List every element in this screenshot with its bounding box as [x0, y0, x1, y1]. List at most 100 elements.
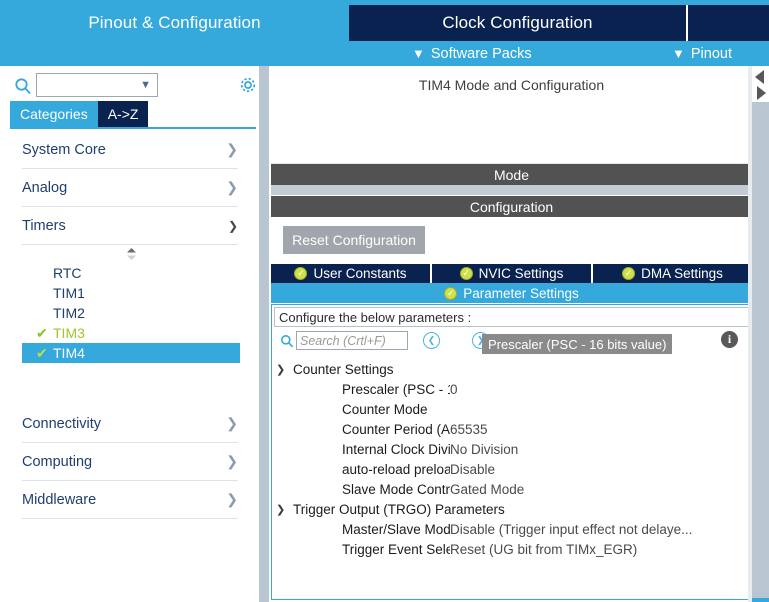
- parameter-value[interactable]: 0: [450, 382, 749, 397]
- peripheral-item-label: TIM3: [53, 325, 85, 341]
- parameter-row[interactable]: Counter Period (AutoReload... 65535: [276, 419, 749, 439]
- parameter-value[interactable]: No Division: [450, 442, 749, 457]
- parameter-search-input[interactable]: Search (Crtl+F): [296, 331, 408, 350]
- parameter-tooltip-label: Prescaler (PSC - 16 bits value): [488, 336, 667, 352]
- parameter-value[interactable]: 65535: [450, 422, 749, 437]
- sidebar-item-analog[interactable]: Analog ❯: [22, 169, 238, 207]
- main-tab-bar: Pinout & Configuration Clock Configurati…: [0, 5, 769, 41]
- parameter-value[interactable]: Reset (UG bit from TIMx_EGR): [450, 542, 749, 557]
- parameter-value[interactable]: Gated Mode: [450, 482, 749, 497]
- parameter-tree: ❯ Counter Settings Prescaler (PSC - 16 b…: [276, 359, 749, 559]
- peripheral-item-label: TIM2: [53, 305, 85, 321]
- tab-bar-filler: [686, 5, 769, 41]
- peripheral-item-tim3[interactable]: ✔ TIM3: [22, 323, 240, 343]
- tab-parameter-settings-label: Parameter Settings: [463, 285, 579, 301]
- right-edge-accent: [752, 598, 769, 602]
- parameter-name: Trigger Event Selection: [342, 541, 450, 557]
- panel-collapse-controls: [755, 70, 767, 102]
- peripheral-item-tim1[interactable]: TIM1: [22, 283, 240, 303]
- parameter-group-counter-settings[interactable]: ❯ Counter Settings: [276, 359, 749, 379]
- tab-dma-settings[interactable]: ✓ DMA Settings: [593, 264, 752, 283]
- parameter-group-trigger-output[interactable]: ❯ Trigger Output (TRGO) Parameters: [276, 499, 749, 519]
- tab-clock-configuration[interactable]: Clock Configuration: [349, 5, 686, 41]
- triangle-right-icon[interactable]: [757, 86, 766, 100]
- info-icon[interactable]: i: [721, 331, 738, 348]
- parameter-name: Counter Mode: [342, 401, 428, 417]
- tab-pinout-configuration-label: Pinout & Configuration: [88, 13, 261, 32]
- software-packs-label: Software Packs: [430, 45, 532, 62]
- top-bar: Pinout & Configuration Clock Configurati…: [0, 0, 769, 66]
- pinout-menu[interactable]: ▼ Pinout: [672, 46, 732, 62]
- tab-categories-label: Categories: [20, 106, 88, 122]
- sidebar-item-timers[interactable]: Timers ❯: [22, 207, 238, 245]
- tab-nvic-settings[interactable]: ✓ NVIC Settings: [432, 264, 593, 283]
- parameter-row[interactable]: Master/Slave Mode (MSM bit) Disable (Tri…: [276, 519, 749, 539]
- chevron-down-icon: ▼: [140, 79, 151, 91]
- sidebar: ▼ Categories A->Z System Core ❯ Analog ❯…: [0, 66, 256, 602]
- sidebar-search-row: ▼: [0, 71, 256, 101]
- peripheral-item-tim2[interactable]: TIM2: [22, 303, 240, 323]
- sidebar-tab-underline: [10, 127, 256, 129]
- parameter-group-label: Trigger Output (TRGO) Parameters: [293, 501, 505, 517]
- reset-configuration-button[interactable]: Reset Configuration: [283, 226, 425, 254]
- peripheral-item-label: RTC: [53, 265, 82, 281]
- section-header-mode-label: Mode: [493, 166, 530, 183]
- right-edge-scrollbar[interactable]: [752, 66, 769, 602]
- gear-icon[interactable]: [238, 75, 258, 95]
- chevron-left-circle-icon[interactable]: ❮: [423, 332, 440, 349]
- check-circle-icon: ✓: [622, 267, 636, 280]
- chevron-down-icon: ▼: [672, 46, 685, 61]
- chevron-down-icon: ▼: [412, 46, 425, 61]
- parameter-value[interactable]: Disable: [450, 462, 749, 477]
- search-icon: [14, 77, 32, 95]
- pinout-menu-label: Pinout: [690, 45, 732, 62]
- parameter-row[interactable]: Internal Clock Division (CKD) No Divisio…: [276, 439, 749, 459]
- sidebar-item-computing[interactable]: Computing ❯: [22, 443, 238, 481]
- peripheral-item-rtc[interactable]: RTC: [22, 263, 240, 283]
- up-down-spinner-icon[interactable]: [22, 245, 240, 263]
- chevron-right-icon: ❯: [226, 453, 238, 469]
- chevron-down-icon: ❯: [276, 503, 286, 516]
- parameter-search-placeholder: Search (Crtl+F): [300, 333, 386, 348]
- parameter-name: Master/Slave Mode (MSM bit): [342, 521, 450, 537]
- sidebar-item-label: System Core: [22, 141, 106, 158]
- sidebar-item-label: Middleware: [22, 491, 97, 508]
- tab-categories[interactable]: Categories: [10, 101, 98, 127]
- parameter-value[interactable]: Disable (Trigger input effect not delaye…: [450, 522, 749, 537]
- page-title-label: TIM4 Mode and Configuration: [418, 76, 605, 93]
- configure-hint-label: Configure the below parameters :: [279, 309, 472, 325]
- parameter-row[interactable]: auto-reload preload Disable: [276, 459, 749, 479]
- tab-parameter-settings[interactable]: ✓ Parameter Settings: [271, 283, 752, 303]
- search-icon: [280, 334, 294, 353]
- software-packs-menu[interactable]: ▼ Software Packs: [412, 46, 532, 62]
- reset-configuration-label: Reset Configuration: [292, 232, 416, 248]
- sidebar-item-label: Computing: [22, 453, 93, 470]
- tab-a-to-z[interactable]: A->Z: [97, 101, 149, 127]
- parameter-name: Slave Mode Controller: [342, 481, 450, 497]
- peripheral-item-tim4[interactable]: ✔ TIM4: [22, 343, 240, 363]
- peripheral-item-label: TIM4: [53, 345, 85, 361]
- parameter-name: Internal Clock Division (CKD): [342, 441, 450, 457]
- tab-user-constants-label: User Constants: [313, 266, 407, 281]
- parameter-name: Counter Period (AutoReload...: [342, 421, 450, 437]
- chevron-right-icon: ❯: [226, 415, 238, 431]
- sidebar-tab-bar: Categories A->Z: [10, 101, 149, 127]
- tab-nvic-settings-label: NVIC Settings: [478, 266, 564, 281]
- check-circle-icon: ✓: [459, 267, 473, 280]
- triangle-left-icon[interactable]: [755, 70, 764, 84]
- sidebar-item-system-core[interactable]: System Core ❯: [22, 131, 238, 169]
- tab-user-constants[interactable]: ✓ User Constants: [271, 264, 432, 283]
- sidebar-item-label: Connectivity: [22, 415, 101, 432]
- panel-splitter[interactable]: [256, 66, 269, 602]
- tab-a-to-z-label: A->Z: [107, 106, 139, 122]
- sidebar-item-connectivity[interactable]: Connectivity ❯: [22, 405, 238, 443]
- sidebar-item-label: Analog: [22, 179, 68, 196]
- sidebar-item-middleware[interactable]: Middleware ❯: [22, 481, 238, 519]
- tab-pinout-configuration[interactable]: Pinout & Configuration: [0, 5, 349, 41]
- parameter-row[interactable]: Prescaler (PSC - 16 bits val... 0: [276, 379, 749, 399]
- parameter-row[interactable]: Slave Mode Controller Gated Mode: [276, 479, 749, 499]
- parameter-row[interactable]: Counter Mode: [276, 399, 749, 419]
- parameter-tooltip: Prescaler (PSC - 16 bits value): [482, 334, 673, 354]
- search-input[interactable]: ▼: [36, 73, 158, 97]
- parameter-row[interactable]: Trigger Event Selection Reset (UG bit fr…: [276, 539, 749, 559]
